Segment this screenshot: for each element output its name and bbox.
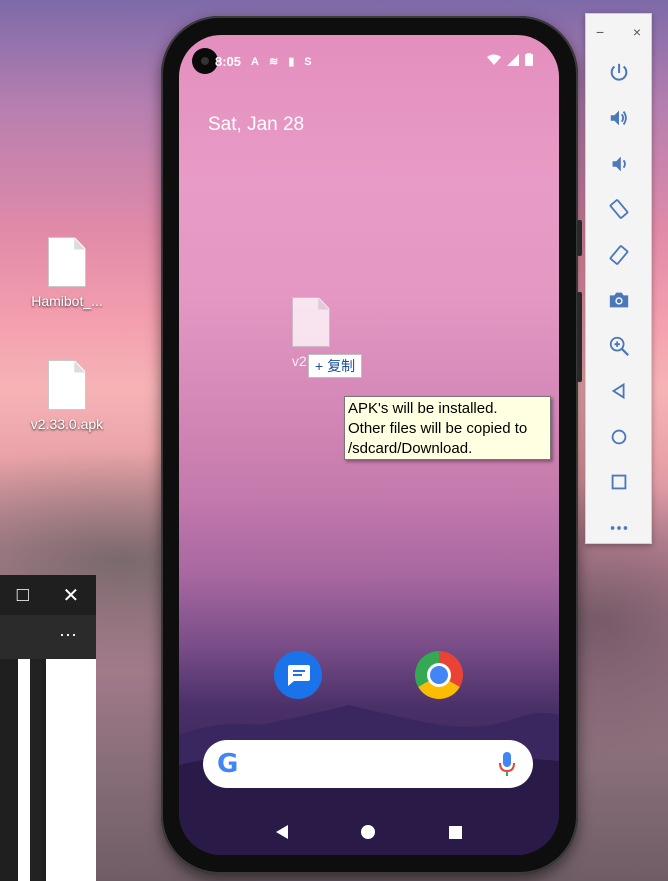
desktop-icon-label: v2.33.0.apk [30,416,104,432]
desktop-icon-apk[interactable]: v2.33.0.apk [17,360,117,432]
microphone-icon[interactable] [499,752,515,776]
screenshot-button[interactable] [586,278,651,324]
volume-up-button[interactable] [586,96,651,142]
drop-tooltip: APK's will be installed. Other files wil… [344,396,551,460]
zoom-button[interactable] [586,323,651,369]
file-icon [48,237,86,287]
more-icon[interactable]: ⋯ [59,625,78,646]
tooltip-line: APK's will be installed. [348,400,498,417]
recents-icon[interactable] [449,825,463,839]
file-icon [292,297,330,347]
back-icon[interactable] [275,825,288,839]
home-icon [611,429,626,445]
tooltip-line: /sdcard/Download. [348,440,473,457]
signal-icon [507,53,519,66]
notification-icon: A [251,55,259,68]
emulator-toolbar: − × [585,13,652,544]
desktop-icon-hamibot[interactable]: Hamibot_... [17,237,117,309]
desktop-icon-label: Hamibot_... [31,293,103,309]
close-button[interactable]: ✕ [62,583,79,608]
battery-icon [525,53,533,66]
window-titlebar: □ ✕ [0,575,96,615]
volume-side-button [577,292,582,382]
overview-icon [611,474,626,490]
toolbar-header: − × [586,14,651,50]
google-search-bar[interactable]: G [203,740,533,788]
content-pane [46,659,96,881]
window-content [0,659,96,881]
status-bar-right [487,53,533,66]
more-icon [610,525,627,530]
notification-icon: ▮ [288,56,295,68]
home-button[interactable] [586,414,651,460]
power-button[interactable] [586,50,651,96]
date-widget[interactable]: Sat, Jan 28 [208,114,304,136]
maximize-button[interactable]: □ [17,584,29,607]
plus-icon: + [315,358,324,374]
file-icon [48,360,86,410]
messages-app-icon[interactable] [274,651,322,699]
volume-down-icon [612,156,626,172]
close-button[interactable]: × [633,24,641,40]
chat-bubble-icon [288,665,310,686]
overview-button[interactable] [586,460,651,506]
notification-icon: ≋ [268,56,279,68]
copy-badge: + 复制 [308,354,363,378]
zoom-icon [609,336,629,356]
volume-down-button[interactable] [586,141,651,187]
back-button[interactable] [586,369,651,415]
back-icon [611,383,624,400]
rotate-right-icon [609,244,628,265]
status-bar-left: 8:05 A ≋ ▮ S [215,54,312,69]
rotate-left-button[interactable] [586,187,651,233]
navigation-bar [179,819,559,845]
volume-up-icon [610,110,627,126]
wifi-icon [487,54,501,65]
partial-window: □ ✕ ⋯ [0,575,96,881]
camera-icon [609,292,628,308]
google-logo-icon: G [217,749,239,779]
chrome-app-icon[interactable] [415,651,463,699]
window-toolbar: ⋯ [0,615,96,659]
home-icon[interactable] [361,825,376,839]
copy-label: 复制 [327,358,356,374]
rotate-right-button[interactable] [586,232,651,278]
power-icon [610,63,627,81]
power-side-button [577,220,582,256]
rotate-left-icon [609,199,628,220]
minimize-button[interactable]: − [596,24,604,40]
more-button[interactable] [586,505,651,551]
content-divider [30,659,42,881]
status-time: 8:05 [215,54,242,69]
notification-icon: S [304,55,312,68]
tooltip-line: Other files will be copied to [348,420,528,437]
